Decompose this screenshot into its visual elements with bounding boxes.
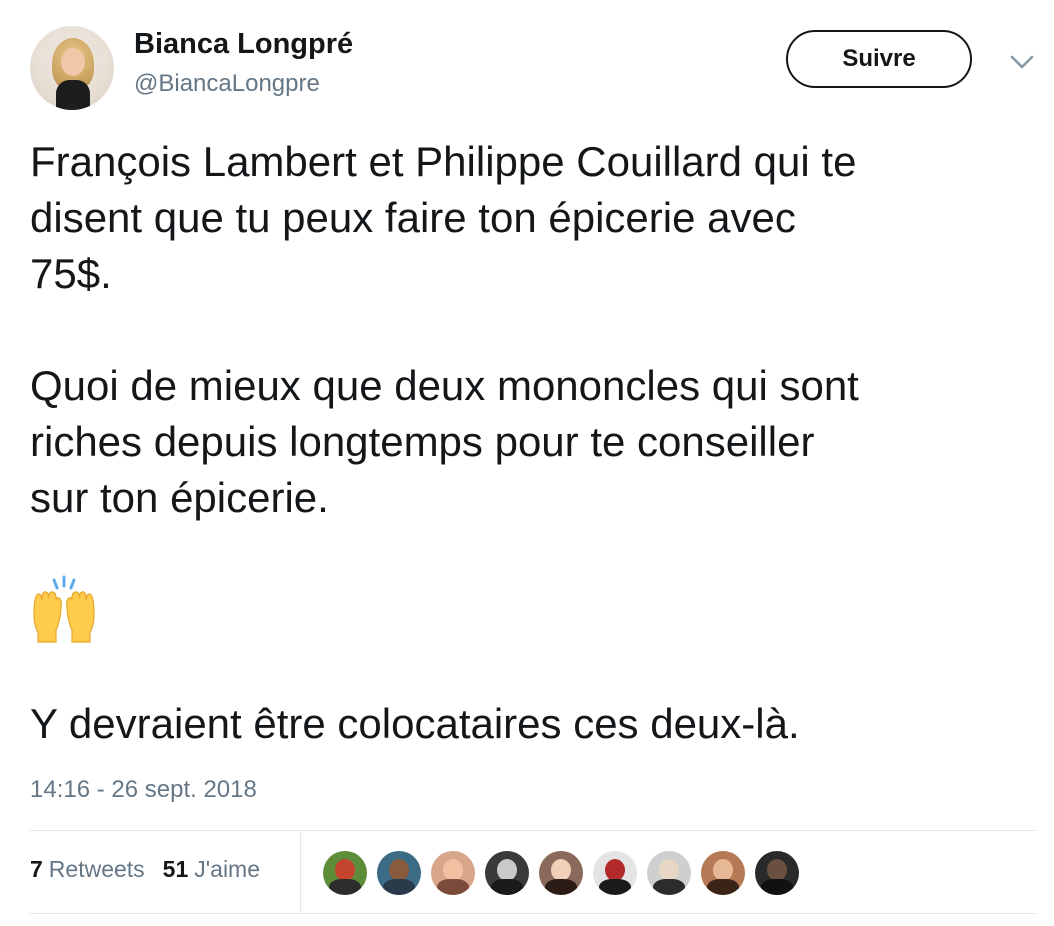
liker-avatar[interactable] [755, 851, 799, 895]
liker-avatar-face [605, 859, 625, 881]
tweet-text-line: Quoi de mieux que deux mononcles qui son… [30, 362, 859, 409]
liker-avatar-face [659, 859, 679, 881]
likes-count: 51 [162, 856, 189, 882]
liker-avatar-body [545, 879, 577, 895]
author-avatar[interactable] [30, 26, 114, 110]
liker-avatar-body [437, 879, 469, 895]
liker-avatar[interactable] [485, 851, 529, 895]
liker-avatar[interactable] [377, 851, 421, 895]
liker-avatar-face [713, 859, 733, 881]
avatar-face [61, 48, 85, 76]
retweets-stat[interactable]: 7 Retweets [30, 856, 145, 883]
liker-avatar-body [653, 879, 685, 895]
tweet-text-line: François Lambert et Philippe Couillard q… [30, 138, 857, 185]
liker-avatar-body [329, 879, 361, 895]
liker-avatar[interactable] [539, 851, 583, 895]
liker-avatar-face [443, 859, 463, 881]
retweets-count: 7 [30, 856, 43, 882]
liker-avatar-body [383, 879, 415, 895]
retweets-label: Retweets [48, 856, 145, 882]
likes-label: J'aime [194, 856, 261, 882]
liker-avatar[interactable] [323, 851, 367, 895]
tweet-text-line: Y devraient être colocataires ces deux-l… [30, 700, 800, 747]
author-handle[interactable]: @BiancaLongpre [134, 70, 320, 98]
tweet-text-line: disent que tu peux faire ton épicerie av… [30, 194, 796, 241]
tweet-text-line: 75$. [30, 250, 112, 297]
liker-avatar-face [497, 859, 517, 881]
chevron-down-icon[interactable] [1008, 50, 1036, 74]
liker-avatar-body [599, 879, 631, 895]
divider [30, 913, 1036, 914]
liker-avatar-face [389, 859, 409, 881]
author-name[interactable]: Bianca Longpré [134, 28, 353, 61]
liker-avatars [323, 851, 799, 895]
liker-avatar[interactable] [431, 851, 475, 895]
stats-divider [300, 832, 301, 912]
liker-avatar[interactable] [593, 851, 637, 895]
raising-hands-emoji [33, 575, 95, 643]
liker-avatar-face [767, 859, 787, 881]
tweet-text-line: riches depuis longtemps pour te conseill… [30, 418, 815, 465]
liker-avatar-face [335, 859, 355, 881]
follow-button[interactable]: Suivre [786, 30, 972, 88]
liker-avatar-face [551, 859, 571, 881]
tweet-stats: 7 Retweets 51 J'aime [30, 856, 260, 883]
liker-avatar[interactable] [701, 851, 745, 895]
likes-stat[interactable]: 51 J'aime [163, 856, 260, 883]
liker-avatar-body [707, 879, 739, 895]
liker-avatar-body [761, 879, 793, 895]
tweet-timestamp[interactable]: 14:16 - 26 sept. 2018 [30, 776, 257, 804]
avatar-clothing [56, 80, 90, 110]
liker-avatar[interactable] [647, 851, 691, 895]
tweet-text-line: sur ton épicerie. [30, 474, 329, 521]
liker-avatar-body [491, 879, 523, 895]
divider [30, 830, 1036, 831]
